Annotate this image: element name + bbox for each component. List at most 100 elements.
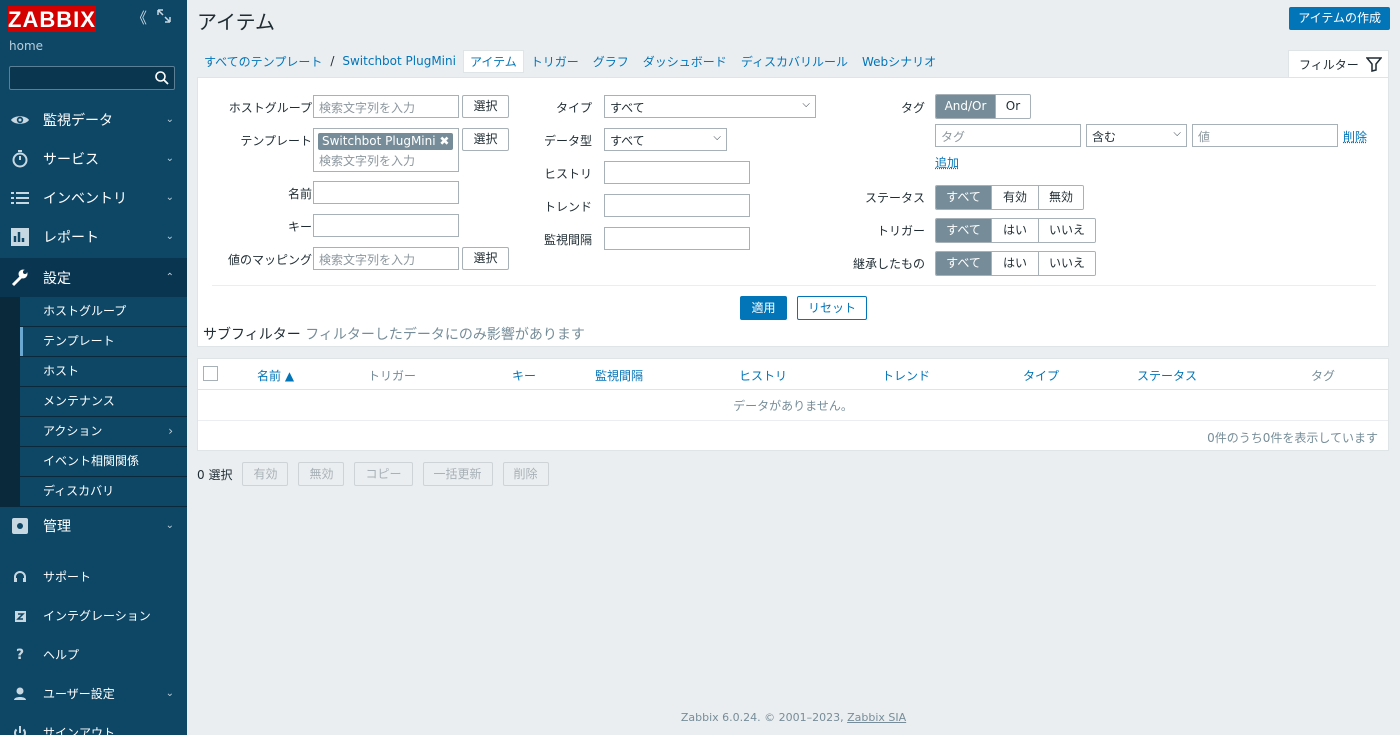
sub-templates[interactable]: テンプレート [20, 327, 187, 356]
nav-support[interactable]: サポート [0, 557, 187, 596]
mass-update-button[interactable]: 一括更新 [422, 462, 493, 486]
remove-chip-icon[interactable]: ✖ [439, 134, 449, 148]
filter-tab[interactable]: フィルター [1288, 50, 1389, 78]
host-group-input[interactable]: 検索文字列を入力 [313, 95, 459, 118]
tag-name-input[interactable]: タグ [935, 124, 1081, 147]
tags-or-option[interactable]: Or [995, 95, 1030, 118]
value-mapping-select-button[interactable]: 選択 [462, 247, 509, 270]
chevron-down-icon: ⌄ [165, 114, 174, 125]
create-item-button[interactable]: アイテムの作成 [1289, 7, 1390, 30]
chevron-right-icon: › [168, 424, 173, 438]
nav-sign-out[interactable]: サインアウト [0, 713, 187, 735]
template-input[interactable]: Switchbot PlugMini ✖ 検索文字列を入力 [313, 128, 459, 172]
nav-user-settings[interactable]: ユーザー設定 ⌄ [0, 674, 187, 713]
nav-monitoring[interactable]: 監視データ ⌄ [0, 100, 187, 139]
inherited-no-option[interactable]: いいえ [1038, 252, 1095, 275]
type-select[interactable]: すべて ⌵ [604, 95, 816, 118]
breadcrumb-template[interactable]: Switchbot PlugMini [335, 54, 463, 68]
status-all-option[interactable]: すべて [936, 186, 991, 209]
subfilter-hint: フィルターしたデータにのみ影響があります [305, 327, 585, 343]
data-type-select[interactable]: すべて ⌵ [604, 128, 727, 151]
delete-button[interactable]: 削除 [502, 462, 549, 486]
inherited-yes-option[interactable]: はい [991, 252, 1038, 275]
gear-icon [12, 518, 28, 534]
status-enabled-option[interactable]: 有効 [991, 186, 1038, 209]
selected-count: 0 選択 [197, 467, 233, 482]
interval-input[interactable] [604, 227, 750, 250]
sidebar-search-input[interactable] [9, 66, 175, 90]
chevron-down-icon: ⌄ [165, 520, 174, 531]
status-disabled-option[interactable]: 無効 [1038, 186, 1083, 209]
tab-triggers[interactable]: トリガー [524, 53, 586, 70]
sub-host-groups[interactable]: ホストグループ [20, 297, 187, 326]
chevron-down-icon: ⌄ [165, 688, 174, 699]
tab-discovery-rules[interactable]: ディスカバリルール [734, 53, 855, 70]
zabbix-logo[interactable]: ZABBIX [8, 6, 96, 32]
nav-inventory[interactable]: インベントリ ⌄ [0, 178, 187, 217]
column-status-header[interactable]: ステータス [1137, 367, 1197, 384]
column-type-header[interactable]: タイプ [1023, 367, 1059, 384]
tag-value-input[interactable]: 値 [1192, 124, 1338, 147]
value-mapping-input[interactable]: 検索文字列を入力 [313, 247, 459, 270]
disable-button[interactable]: 無効 [298, 462, 345, 486]
column-trends-header[interactable]: トレンド [882, 367, 930, 384]
main-content: アイテム アイテムの作成 すべてのテンプレート / Switchbot Plug… [187, 0, 1400, 735]
table-header-divider [198, 389, 1388, 390]
tab-graphs[interactable]: グラフ [586, 53, 636, 70]
footer-link[interactable]: Zabbix SIA [847, 711, 906, 724]
column-key-header[interactable]: キー [512, 367, 536, 384]
table-row-divider [198, 420, 1388, 421]
add-tag-link[interactable]: 追加 [935, 154, 959, 171]
column-name-header[interactable]: 名前 ▲ [257, 367, 294, 384]
list-icon [11, 192, 29, 204]
no-data-message: データがありません。 [733, 399, 853, 413]
sub-actions[interactable]: アクション › [20, 417, 187, 446]
tab-dashboards[interactable]: ダッシュボード [636, 53, 734, 70]
reset-button[interactable]: リセット [797, 296, 867, 320]
key-input[interactable] [313, 214, 459, 237]
nav-configuration[interactable]: 設定 ⌃ [0, 258, 187, 297]
template-select-button[interactable]: 選択 [462, 128, 509, 151]
nav-reports[interactable]: レポート ⌄ [0, 217, 187, 256]
trigger-yes-option[interactable]: はい [991, 219, 1038, 242]
inherited-all-option[interactable]: すべて [936, 252, 991, 275]
column-interval-header[interactable]: 監視間隔 [595, 367, 643, 384]
nav-help[interactable]: ? ヘルプ [0, 635, 187, 674]
history-input[interactable] [604, 161, 750, 184]
tab-web-scenarios[interactable]: Webシナリオ [855, 53, 943, 70]
configuration-submenu: ホストグループ テンプレート ホスト メンテナンス アクション › イベント相関関… [0, 297, 187, 507]
template-search-placeholder: 検索文字列を入力 [319, 154, 416, 168]
trigger-all-option[interactable]: すべて [936, 219, 991, 242]
breadcrumb-all-templates[interactable]: すべてのテンプレート [197, 53, 329, 70]
remove-tag-link[interactable]: 削除 [1343, 128, 1367, 145]
nav-administration[interactable]: 管理 ⌄ [0, 506, 187, 545]
template-chip-label: Switchbot PlugMini [322, 134, 436, 148]
sub-maintenance[interactable]: メンテナンス [20, 387, 187, 416]
host-group-select-button[interactable]: 選択 [462, 95, 509, 118]
tab-items[interactable]: アイテム [462, 49, 524, 73]
filter-divider [212, 285, 1376, 286]
host-group-label: ホストグループ [228, 101, 312, 115]
subfilter-title: サブフィルター [203, 327, 301, 343]
tag-operator-select[interactable]: 含む ⌵ [1086, 124, 1187, 147]
tags-andor-option[interactable]: And/Or [936, 95, 995, 118]
apply-button[interactable]: 適用 [740, 296, 787, 320]
footer: Zabbix 6.0.24. © 2001–2023, Zabbix SIA [187, 711, 1400, 724]
sub-discovery[interactable]: ディスカバリ [20, 477, 187, 506]
data-type-select-value: すべて [610, 134, 645, 148]
copy-button[interactable]: コピー [354, 462, 413, 486]
trigger-no-option[interactable]: いいえ [1038, 219, 1095, 242]
name-input[interactable] [313, 181, 459, 204]
nav-services[interactable]: サービス ⌄ [0, 139, 187, 178]
collapse-sidebar-icon[interactable]: 《 [132, 9, 147, 27]
footer-text: Zabbix 6.0.24. © 2001–2023, [680, 711, 844, 724]
kiosk-mode-icon[interactable] [157, 9, 171, 27]
column-history-header[interactable]: ヒストリ [739, 367, 787, 384]
sub-hosts[interactable]: ホスト [20, 357, 187, 386]
enable-button[interactable]: 有効 [242, 462, 289, 486]
nav-integrations[interactable]: インテグレーション [0, 596, 187, 635]
sub-event-correlation[interactable]: イベント相関関係 [20, 447, 187, 476]
trend-input[interactable] [604, 194, 750, 217]
search-icon[interactable] [154, 70, 170, 86]
select-all-checkbox[interactable] [203, 366, 218, 381]
